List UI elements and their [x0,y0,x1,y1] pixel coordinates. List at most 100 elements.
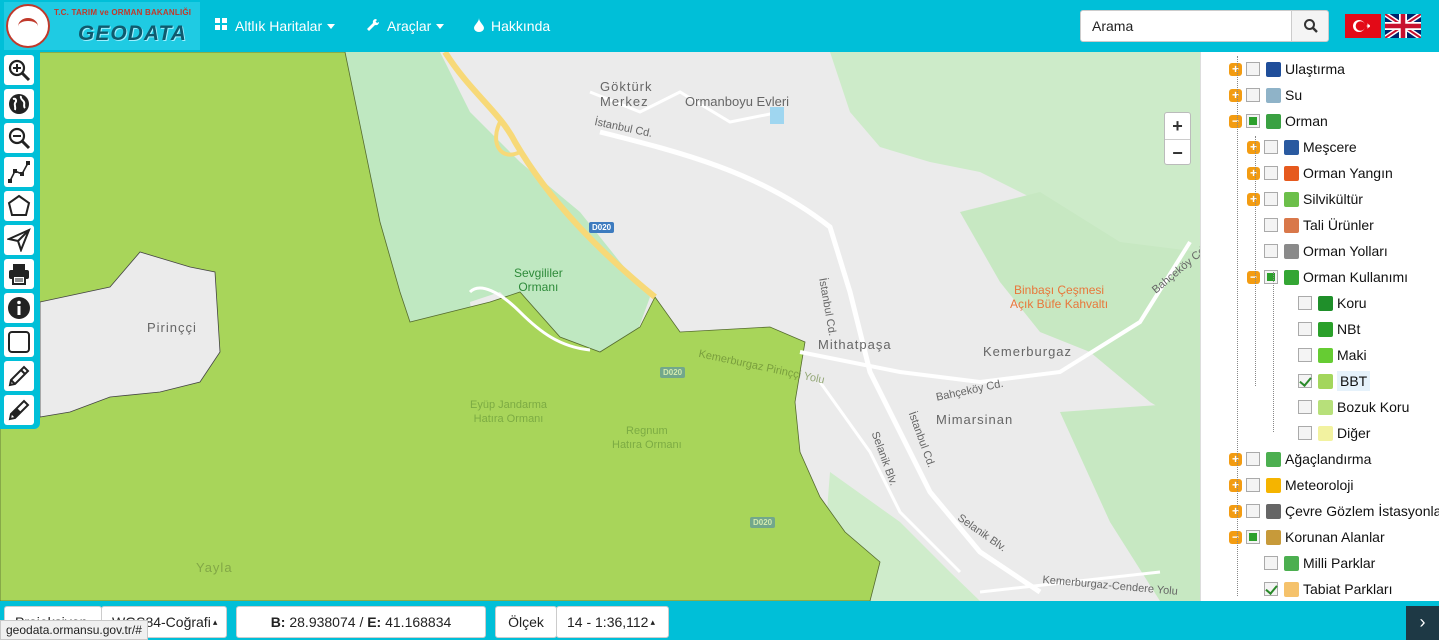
layer-label[interactable]: Koru [1337,295,1367,311]
measure-area-tool[interactable] [4,191,34,221]
next-button[interactable]: › [1406,606,1439,640]
layer-label[interactable]: Tali Ürünler [1303,217,1374,233]
layer-label[interactable]: Ulaştırma [1285,61,1345,77]
menu-about[interactable]: Hakkında [474,0,550,52]
expand-icon[interactable]: + [1229,478,1242,492]
layer-row[interactable]: − Orman [1229,108,1328,134]
menu-base-maps[interactable]: Altlık Haritalar [215,0,336,52]
info-tool[interactable] [4,293,34,323]
expand-icon[interactable]: + [1229,88,1242,102]
layer-row[interactable]: + Silvikültür [1247,186,1363,212]
zoom-out-button[interactable]: − [1165,139,1190,165]
layer-row[interactable]: + Su [1229,82,1302,108]
layer-label[interactable]: Meteoroloji [1285,477,1353,493]
layer-label[interactable]: Maki [1337,347,1367,363]
turkish-flag[interactable] [1345,14,1381,38]
layer-checkbox[interactable] [1298,400,1312,414]
select-tool[interactable] [4,327,34,357]
expand-icon[interactable]: + [1229,62,1242,76]
layer-checkbox[interactable] [1246,62,1260,76]
layer-row[interactable]: + Meteoroloji [1229,472,1353,498]
zoom-in-tool[interactable] [4,55,34,85]
layer-checkbox[interactable] [1246,452,1260,466]
layer-checkbox[interactable] [1264,140,1278,154]
layer-label[interactable]: Çevre Gözlem İstasyonları [1285,503,1439,519]
layer-label[interactable]: Bozuk Koru [1337,399,1409,415]
layer-label[interactable]: Tabiat Parkları [1303,581,1392,597]
layer-checkbox[interactable] [1264,582,1278,596]
layer-checkbox[interactable] [1264,270,1278,284]
layer-checkbox[interactable] [1264,218,1278,232]
layer-row[interactable]: + Meşcere [1247,134,1357,160]
layer-label[interactable]: Orman [1285,113,1328,129]
layer-checkbox[interactable] [1264,166,1278,180]
layer-row[interactable]: Bozuk Koru [1281,394,1409,420]
layer-checkbox[interactable] [1246,88,1260,102]
collapse-icon[interactable]: − [1247,270,1260,284]
layer-checkbox[interactable] [1298,322,1312,336]
layer-row[interactable]: Tali Ürünler [1247,212,1374,238]
zoom-in-button[interactable]: + [1165,113,1190,139]
layer-row[interactable]: + Orman Yangın [1247,160,1393,186]
print-tool[interactable] [4,259,34,289]
layer-row[interactable]: Koru [1281,290,1367,316]
layer-label[interactable]: Silvikültür [1303,191,1363,207]
collapse-icon[interactable]: − [1229,114,1242,128]
layer-label[interactable]: Ağaçlandırma [1285,451,1371,467]
expand-icon[interactable]: + [1247,166,1260,180]
layer-checkbox[interactable] [1246,114,1260,128]
menu-base-maps-label: Altlık Haritalar [235,18,323,34]
layer-label[interactable]: NBt [1337,321,1360,337]
layer-label[interactable]: Orman Yolları [1303,243,1388,259]
expand-icon[interactable]: + [1247,192,1260,206]
full-extent-tool[interactable] [4,89,34,119]
layer-row[interactable]: Tabiat Parkları [1247,576,1392,601]
uk-flag[interactable] [1383,11,1423,41]
layer-row[interactable]: − Orman Kullanımı [1247,264,1408,290]
measure-line-tool[interactable] [4,157,34,187]
layer-checkbox[interactable] [1246,530,1260,544]
layer-row[interactable]: + Çevre Gözlem İstasyonları [1229,498,1439,524]
layer-checkbox[interactable] [1298,296,1312,310]
layer-checkbox[interactable] [1246,478,1260,492]
layer-row[interactable]: Maki [1281,342,1367,368]
layer-row[interactable]: Orman Yolları [1247,238,1388,264]
layer-checkbox[interactable] [1298,426,1312,440]
collapse-icon[interactable]: − [1229,530,1242,544]
layer-label[interactable]: Diğer [1337,425,1370,441]
map-canvas[interactable]: Göktürk Merkez Ormanboyu Evleri İstanbul … [0,52,1200,601]
layer-checkbox[interactable] [1298,374,1312,388]
layer-checkbox[interactable] [1264,244,1278,258]
layer-label[interactable]: Su [1285,87,1302,103]
navigate-tool[interactable] [4,225,34,255]
search-input[interactable] [1080,10,1292,42]
layer-row[interactable]: BBT [1281,368,1371,394]
expand-icon[interactable]: + [1247,140,1260,154]
search-button[interactable] [1291,10,1329,42]
layer-label[interactable]: Meşcere [1303,139,1357,155]
expand-icon[interactable]: + [1229,504,1242,518]
layer-label[interactable]: Orman Kullanımı [1303,269,1408,285]
layer-row[interactable]: + Ağaçlandırma [1229,446,1371,472]
layer-row[interactable]: + Ulaştırma [1229,56,1345,82]
scale-select[interactable]: 14 - 1:36,112 ▴ [556,606,669,638]
layer-row[interactable]: NBt [1281,316,1360,342]
brand-logo[interactable]: T.C. TARIM ve ORMAN BAKANLIĞI GEODATA [4,2,200,50]
layer-row[interactable]: Diğer [1281,420,1370,446]
menu-tools[interactable]: Araçlar [366,0,445,52]
search-icon [1304,19,1318,33]
layer-checkbox[interactable] [1298,348,1312,362]
layer-row[interactable]: Milli Parklar [1247,550,1375,576]
layer-label[interactable]: Korunan Alanlar [1285,529,1385,545]
layer-label[interactable]: Orman Yangın [1303,165,1393,181]
layer-checkbox[interactable] [1264,192,1278,206]
layer-label[interactable]: BBT [1337,371,1371,391]
draw-tool[interactable] [4,361,34,391]
layer-row[interactable]: − Korunan Alanlar [1229,524,1385,550]
expand-icon[interactable]: + [1229,452,1242,466]
layer-label[interactable]: Milli Parklar [1303,555,1375,571]
layer-checkbox[interactable] [1246,504,1260,518]
erase-tool[interactable] [4,395,34,425]
layer-checkbox[interactable] [1264,556,1278,570]
zoom-out-tool[interactable] [4,123,34,153]
